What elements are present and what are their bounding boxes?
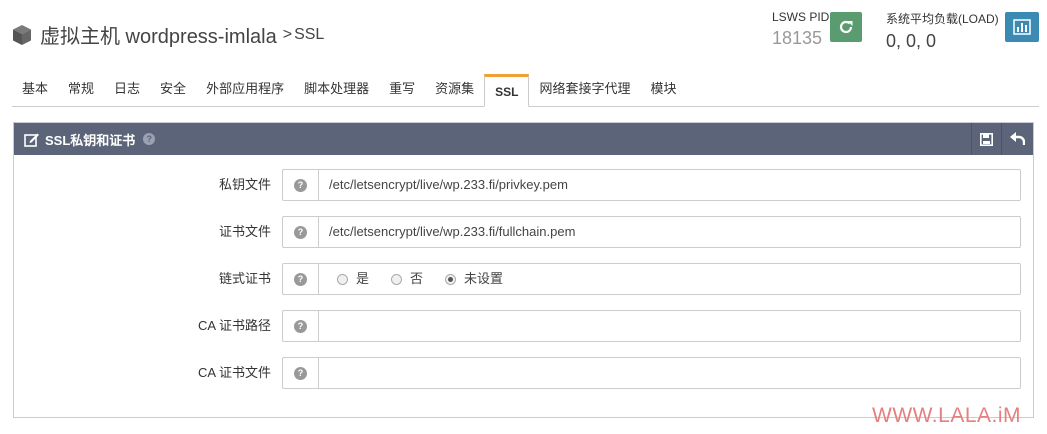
panel-title: SSL私钥和证书	[45, 132, 136, 148]
ssl-panel: SSL私钥和证书 ? 私钥文件 ? /etc/letsencrypt/live/…	[13, 122, 1034, 418]
radio-circle	[337, 273, 348, 285]
question-icon: ?	[294, 319, 307, 333]
pid-value: 18135	[772, 28, 823, 48]
tab-general[interactable]: 常规	[58, 78, 104, 106]
load-label: 系统平均负载(LOAD)	[886, 12, 999, 26]
load-value: 0, 0, 0	[886, 31, 937, 51]
refresh-icon	[839, 20, 853, 34]
ca-file-field[interactable]	[318, 357, 1021, 389]
tab-basic[interactable]: 基本	[12, 78, 58, 106]
chained-cert-row: 链式证书 ? 是 否 未设置	[14, 263, 1033, 297]
bar-chart-icon	[1013, 19, 1031, 35]
ca-path-field[interactable]	[318, 310, 1021, 342]
radio-not-set[interactable]: 未设置	[445, 264, 503, 294]
save-icon	[980, 132, 993, 146]
question-icon: ?	[294, 272, 307, 286]
cert-label: 证书文件	[218, 224, 271, 239]
tab-ssl[interactable]: SSL	[484, 74, 530, 107]
watermark: WWW.LALA.iM	[872, 404, 1022, 427]
radio-label: 未设置	[464, 271, 504, 286]
radio-label: 否	[410, 271, 424, 286]
panel-header: SSL私钥和证书 ?	[14, 123, 1033, 155]
question-icon: ?	[294, 366, 307, 380]
undo-button[interactable]	[1001, 123, 1031, 155]
question-icon: ?	[294, 225, 307, 239]
breadcrumb-separator: >	[282, 25, 293, 43]
privkey-row: 私钥文件 ? /etc/letsencrypt/live/wp.233.fi/p…	[14, 169, 1033, 203]
tab-rewrite[interactable]: 重写	[379, 78, 425, 106]
radio-circle	[391, 273, 403, 285]
radio-label: 是	[356, 271, 370, 286]
tab-websocket-proxy[interactable]: 网络套接字代理	[529, 78, 640, 106]
cert-row: 证书文件 ? /etc/letsencrypt/live/wp.233.fi/f…	[14, 216, 1033, 250]
breadcrumb-current: SSL	[294, 25, 325, 43]
tab-external-app[interactable]: 外部应用程序	[196, 78, 294, 106]
chained-cert-radio-group: 是 否 未设置	[337, 264, 1020, 294]
page-title: 虚拟主机 wordpress-imlala > SSL	[12, 20, 324, 49]
cert-help-button[interactable]: ?	[282, 216, 318, 248]
chained-cert-label: 链式证书	[218, 271, 271, 286]
load-block: 系统平均负载(LOAD) 0, 0, 0	[886, 10, 999, 52]
stats-button[interactable]	[1005, 12, 1039, 42]
vhost-title: 虚拟主机 wordpress-imlala	[40, 26, 277, 48]
restart-button[interactable]	[830, 12, 862, 42]
page-header: 虚拟主机 wordpress-imlala > SSL LSWS PID 181…	[0, 0, 1047, 64]
pid-label: LSWS PID	[772, 10, 830, 24]
ca-file-row: CA 证书文件 ?	[14, 357, 1033, 391]
radio-yes[interactable]: 是	[337, 264, 369, 294]
cube-icon	[13, 24, 31, 45]
ca-path-row: CA 证书路径 ?	[14, 310, 1033, 344]
radio-no[interactable]: 否	[391, 264, 423, 294]
privkey-field[interactable]: /etc/letsencrypt/live/wp.233.fi/privkey.…	[318, 169, 1021, 201]
privkey-help-button[interactable]: ?	[282, 169, 318, 201]
tab-script-handler[interactable]: 脚本处理器	[294, 78, 379, 106]
tab-bar: 基本 常规 日志 安全 外部应用程序 脚本处理器 重写 资源集 SSL 网络套接…	[12, 74, 1039, 107]
edit-icon	[24, 133, 39, 147]
chained-cert-help-button[interactable]: ?	[282, 263, 318, 295]
tab-security[interactable]: 安全	[150, 78, 196, 106]
ca-path-label: CA 证书路径	[198, 318, 271, 333]
tab-modules[interactable]: 模块	[640, 78, 686, 106]
ca-file-help-button[interactable]: ?	[282, 357, 318, 389]
ca-file-label: CA 证书文件	[198, 365, 271, 380]
save-button[interactable]	[971, 123, 1001, 155]
undo-icon	[1009, 132, 1025, 145]
question-icon: ?	[294, 178, 307, 192]
pid-block: LSWS PID 18135	[772, 10, 829, 49]
question-icon[interactable]: ?	[143, 133, 156, 145]
tab-log[interactable]: 日志	[104, 78, 150, 106]
chained-cert-field: 是 否 未设置	[318, 263, 1021, 295]
privkey-label: 私钥文件	[218, 177, 271, 192]
radio-circle-checked	[445, 273, 457, 285]
ca-path-help-button[interactable]: ?	[282, 310, 318, 342]
cert-field[interactable]: /etc/letsencrypt/live/wp.233.fi/fullchai…	[318, 216, 1021, 248]
tab-context[interactable]: 资源集	[425, 78, 484, 106]
